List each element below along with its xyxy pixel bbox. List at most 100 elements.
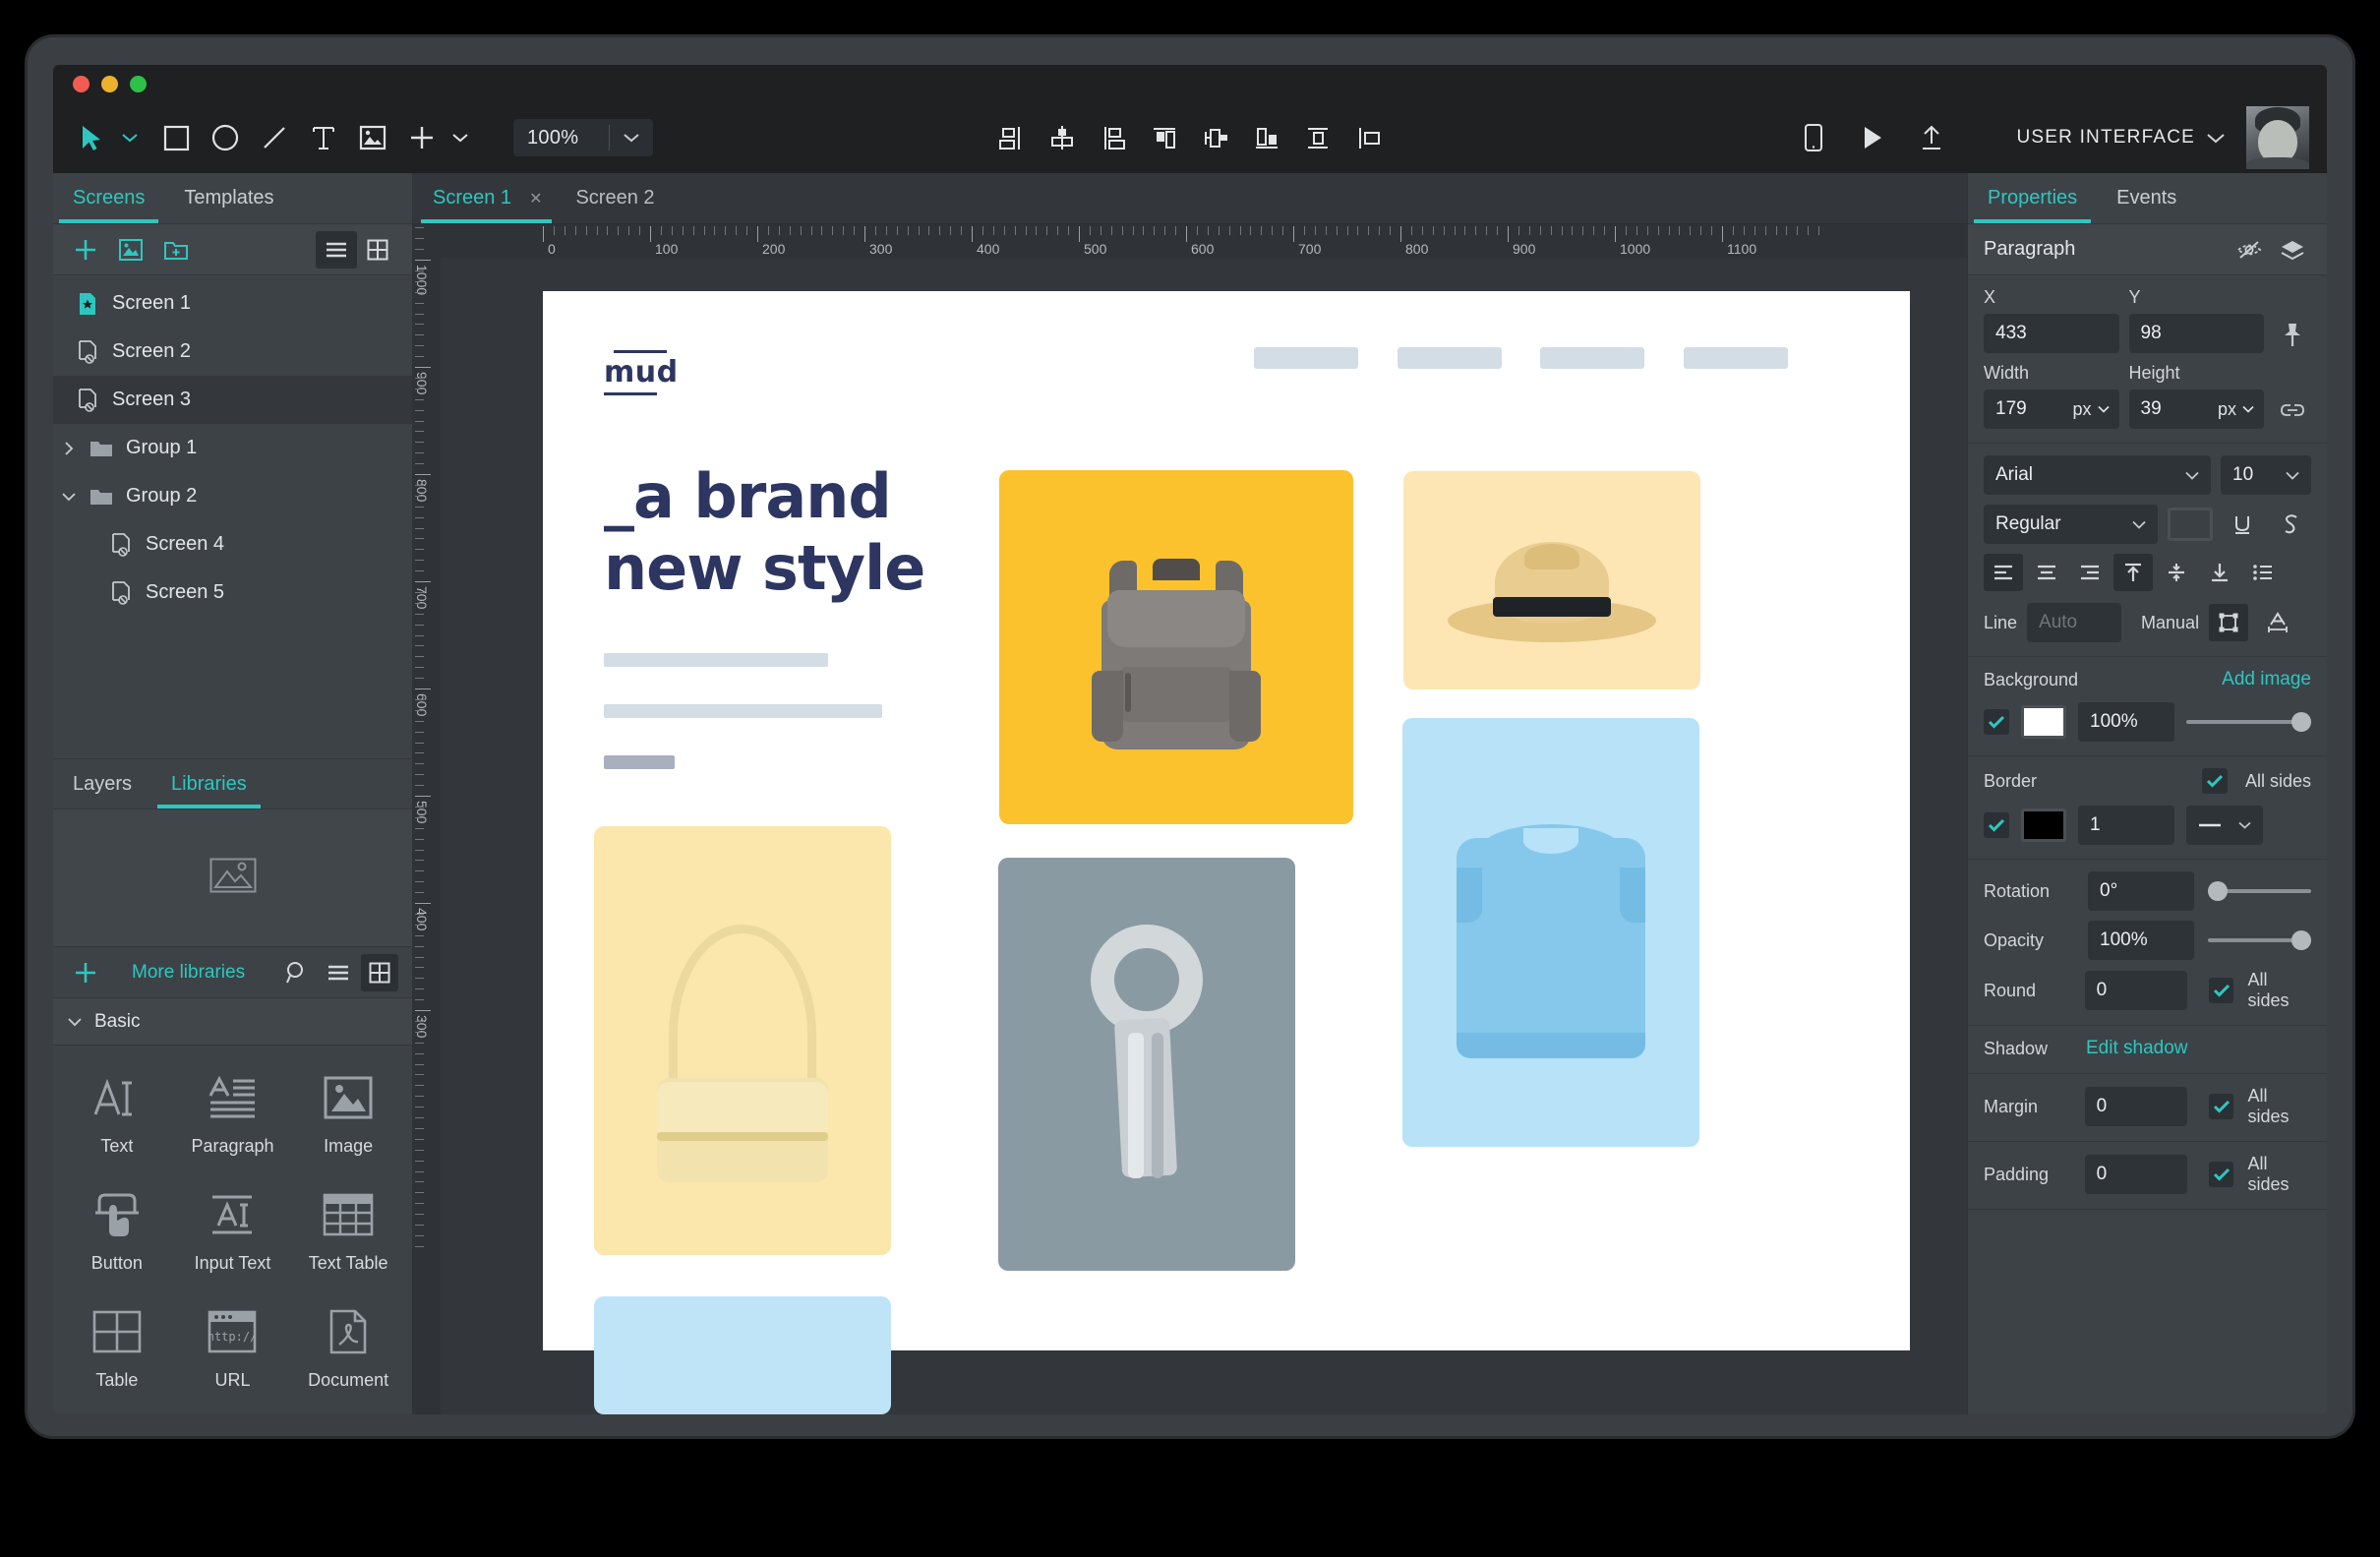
align-right-icon[interactable] [2070, 554, 2110, 591]
distribute-horizontal-icon[interactable] [1198, 120, 1233, 155]
bullet-list-icon[interactable] [2243, 554, 2283, 591]
zoom-control[interactable]: 100% [513, 119, 653, 156]
height-unit-select[interactable]: px [2207, 389, 2264, 429]
border-all-sides-checkbox[interactable] [2201, 768, 2228, 794]
list-item[interactable]: Screen 1 [53, 279, 412, 328]
mobile-icon[interactable] [1793, 117, 1834, 158]
chevron-right-icon[interactable] [59, 441, 79, 456]
component-image[interactable]: Image [290, 1059, 406, 1167]
component-url[interactable]: http:// URL [175, 1293, 291, 1401]
valign-middle-icon[interactable] [2157, 554, 2196, 591]
tab-screens[interactable]: Screens [53, 173, 164, 223]
upload-icon[interactable] [1911, 117, 1952, 158]
plus-icon[interactable] [401, 117, 443, 158]
brand-logo[interactable]: mud [604, 350, 679, 395]
paragraph-placeholder[interactable] [604, 653, 828, 667]
tab-layers[interactable]: Layers [53, 759, 151, 808]
align-left-icon[interactable] [1984, 554, 2023, 591]
nav-placeholder[interactable] [1684, 347, 1788, 369]
chevron-down-icon[interactable] [59, 492, 79, 502]
page-headline[interactable]: _a brand new style [604, 460, 925, 604]
product-tile-backpack[interactable] [999, 470, 1353, 824]
background-color-swatch[interactable] [2021, 705, 2066, 739]
play-icon[interactable] [1852, 117, 1893, 158]
search-icon[interactable] [278, 954, 316, 991]
canvas-tab-screen-1[interactable]: Screen 1 ✕ [413, 173, 556, 223]
product-tile-handbag[interactable] [594, 826, 891, 1255]
close-button[interactable] [73, 75, 89, 92]
canvas-viewport[interactable]: mud _a brand new style [441, 258, 1967, 1414]
round-all-sides-checkbox[interactable] [2209, 978, 2234, 1003]
rotation-field[interactable]: 0° [2088, 871, 2194, 911]
text-icon[interactable] [303, 117, 344, 158]
cursor-arrow-icon[interactable] [71, 117, 112, 158]
align-right-icon[interactable] [1096, 120, 1131, 155]
font-size-select[interactable]: 10 [2221, 455, 2311, 495]
width-unit-select[interactable]: px [2062, 389, 2119, 429]
margin-all-sides-checkbox[interactable] [2209, 1094, 2234, 1119]
grid-view-icon[interactable] [357, 231, 398, 269]
square-icon[interactable] [155, 117, 197, 158]
tab-events[interactable]: Events [2097, 173, 2196, 223]
valign-bottom-icon[interactable] [2200, 554, 2239, 591]
padding-all-sides-checkbox[interactable] [2209, 1162, 2234, 1187]
component-paragraph[interactable]: Paragraph [175, 1059, 291, 1167]
product-tile-hat[interactable] [1403, 471, 1700, 689]
image-icon[interactable] [352, 117, 393, 158]
valign-top-icon[interactable] [2113, 554, 2153, 591]
strikethrough-icon[interactable] [2272, 506, 2311, 543]
add-image-screen-icon[interactable] [112, 231, 149, 269]
align-center-horizontal-icon[interactable] [1044, 120, 1080, 155]
nav-placeholder[interactable] [1398, 347, 1502, 369]
paragraph-placeholder[interactable] [604, 704, 882, 718]
component-table[interactable]: Table [59, 1293, 175, 1401]
edit-shadow-link[interactable]: Edit shadow [2086, 1038, 2188, 1059]
close-tab-icon[interactable]: ✕ [529, 189, 542, 209]
list-view-icon[interactable] [316, 230, 357, 269]
component-text[interactable]: Text [59, 1059, 175, 1167]
nav-placeholder[interactable] [1540, 347, 1644, 369]
list-item[interactable]: Screen 4 [53, 520, 412, 569]
list-item[interactable]: Group 1 [53, 424, 412, 472]
height-field[interactable]: 39 [2128, 389, 2208, 429]
vertical-ruler[interactable]: 1000 900 800 700 600 500 400 300 [413, 224, 441, 1414]
add-image-link[interactable]: Add image [2222, 669, 2311, 690]
design-page[interactable]: mud _a brand new style [543, 291, 1910, 1414]
opacity-field[interactable]: 100% [2088, 921, 2194, 960]
component-input-text[interactable]: Input Text [175, 1176, 291, 1284]
tab-templates[interactable]: Templates [164, 173, 293, 223]
align-middle-vertical-icon[interactable] [1300, 120, 1336, 155]
list-item[interactable]: Group 2 [53, 472, 412, 520]
horizontal-ruler[interactable]: 0 100 200 300 400 500 600 700 800 900 1000 1100 [441, 224, 1967, 258]
mode-chevron-down-icon[interactable] [2207, 133, 2225, 144]
slider-knob[interactable] [2291, 712, 2311, 732]
align-left-icon[interactable] [993, 120, 1029, 155]
product-tile-shirt[interactable] [1402, 718, 1699, 1147]
font-weight-select[interactable]: Regular [1984, 505, 2158, 544]
pin-icon[interactable] [2274, 316, 2311, 353]
align-bottom-icon[interactable] [1249, 120, 1284, 155]
border-width-field[interactable]: 1 [2078, 806, 2174, 845]
line-icon[interactable] [254, 117, 295, 158]
chevron-down-icon[interactable] [67, 1011, 83, 1033]
margin-field[interactable]: 0 [2084, 1087, 2188, 1126]
cursor-dropdown-chevron-icon[interactable] [120, 117, 140, 158]
product-tile-scarf[interactable] [998, 858, 1295, 1271]
background-enabled-checkbox[interactable] [1984, 709, 2009, 735]
y-field[interactable]: 98 [2128, 314, 2264, 353]
circle-icon[interactable] [205, 117, 246, 158]
slider-knob[interactable] [2208, 881, 2228, 901]
border-color-swatch[interactable] [2021, 808, 2066, 842]
add-library-icon[interactable] [67, 954, 104, 991]
component-text-table[interactable]: Text Table [290, 1176, 406, 1284]
border-style-select[interactable] [2186, 806, 2263, 845]
slider-knob[interactable] [2291, 930, 2311, 950]
letter-spacing-icon[interactable] [2258, 604, 2297, 641]
background-opacity-field[interactable]: 100% [2078, 702, 2174, 742]
x-field[interactable]: 433 [1984, 314, 2119, 353]
maximize-button[interactable] [130, 75, 147, 92]
chevron-down-icon[interactable] [610, 133, 653, 143]
list-item[interactable]: Screen 2 [53, 328, 412, 376]
padding-field[interactable]: 0 [2084, 1155, 2188, 1194]
bounding-box-icon[interactable] [2209, 604, 2249, 641]
